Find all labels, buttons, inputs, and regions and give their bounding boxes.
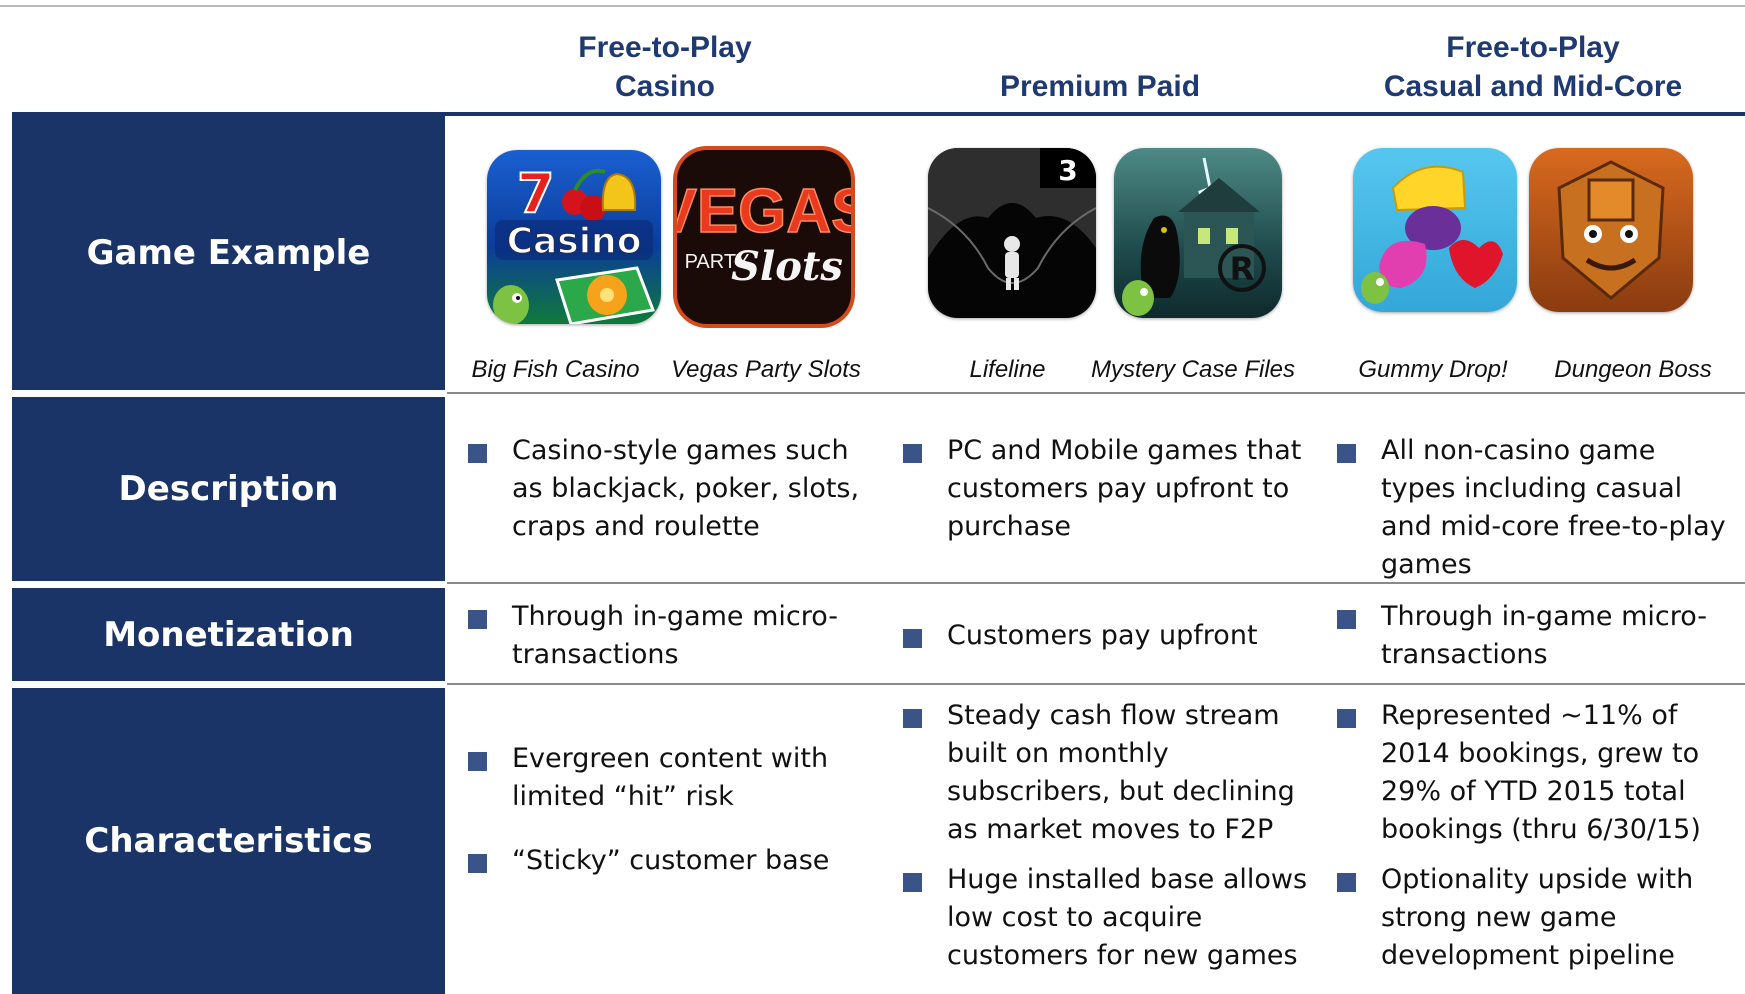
bullet-text: Huge installed base allows low cost to a… xyxy=(947,864,1308,971)
description-cell-casual: All non-casino game types including casu… xyxy=(1337,432,1737,584)
bullet-item: All non-casino game types including casu… xyxy=(1337,432,1737,584)
mystery-badge: R xyxy=(1230,250,1255,288)
slots-icon-text: Slots xyxy=(731,243,843,290)
svg-text:7: 7 xyxy=(517,162,555,225)
bullet-square-icon xyxy=(468,610,487,629)
bullet-square-icon xyxy=(903,709,922,728)
bullet-square-icon xyxy=(468,752,487,771)
monetization-cell-casino: Through in-game micro-transactions xyxy=(468,598,878,674)
bullet-item: Through in-game micro-transactions xyxy=(1337,598,1737,674)
gummy-candy-icon xyxy=(1353,148,1517,312)
bullet-text: “Sticky” customer base xyxy=(512,845,830,876)
bullet-text: Through in-game micro-transactions xyxy=(512,601,839,670)
bullet-item: Casino-style games such as blackjack, po… xyxy=(468,432,878,546)
astronaut-icon: 3 xyxy=(928,148,1096,318)
bullet-item: Customers pay upfront xyxy=(903,617,1313,655)
bullet-text: All non-casino game types including casu… xyxy=(1381,435,1726,580)
bullet-square-icon xyxy=(903,444,922,463)
row-divider xyxy=(447,683,1745,685)
row-label-characteristics: Characteristics xyxy=(12,688,445,994)
column-header-line: Casual and Mid-Core xyxy=(1383,70,1683,103)
column-header-line: Casino xyxy=(614,70,716,103)
casino-icon: 7 Casino xyxy=(487,150,661,324)
characteristics-cell-premium: Steady cash flow stream built on monthly… xyxy=(903,697,1313,975)
bullet-item: “Sticky” customer base xyxy=(468,842,878,880)
casino-icon-text: Casino xyxy=(507,221,642,262)
bullet-text: Through in-game micro-transactions xyxy=(1381,601,1708,670)
row-label-game-example: Game Example xyxy=(12,116,445,390)
column-header-line xyxy=(890,28,1310,67)
description-cell-premium: PC and Mobile games that customers pay u… xyxy=(903,432,1313,546)
game-caption: Dungeon Boss xyxy=(1554,356,1712,383)
column-header-line: Premium Paid xyxy=(999,70,1201,103)
monetization-cell-premium: Customers pay upfront xyxy=(903,617,1313,655)
bullet-square-icon xyxy=(1337,873,1356,892)
bullet-item: Evergreen content with limited “hit” ris… xyxy=(468,740,878,816)
row-label-monetization: Monetization xyxy=(12,588,445,681)
bullet-text: Customers pay upfront xyxy=(947,620,1258,651)
characteristics-cell-casino: Evergreen content with limited “hit” ris… xyxy=(468,740,878,880)
game-caption: Gummy Drop! xyxy=(1358,356,1508,383)
bullet-item: PC and Mobile games that customers pay u… xyxy=(903,432,1313,546)
bullet-text: Casino-style games such as blackjack, po… xyxy=(512,435,860,542)
characteristics-cell-casual: Represented ~11% of 2014 bookings, grew … xyxy=(1337,697,1737,975)
column-header-line: Free-to-Play xyxy=(578,31,752,64)
bullet-square-icon xyxy=(1337,709,1356,728)
row-divider xyxy=(447,392,1745,394)
description-cell-casino: Casino-style games such as blackjack, po… xyxy=(468,432,878,546)
bullet-item: Optionality upside with strong new game … xyxy=(1337,861,1737,975)
slots-icon: VEGAS PARTY Slots xyxy=(677,150,851,324)
bullet-item: Steady cash flow stream built on monthly… xyxy=(903,697,1313,849)
slots-icon-text: VEGAS xyxy=(677,177,851,246)
bullet-text: Steady cash flow stream built on monthly… xyxy=(947,700,1295,845)
game-caption: Lifeline xyxy=(969,356,1046,383)
bullet-text: Optionality upside with strong new game … xyxy=(1381,864,1694,971)
monetization-cell-casual: Through in-game micro-transactions xyxy=(1337,598,1737,674)
bullet-text: Evergreen content with limited “hit” ris… xyxy=(512,743,829,812)
lifeline-badge: 3 xyxy=(1058,154,1077,187)
bullet-square-icon xyxy=(903,629,922,648)
bullet-square-icon xyxy=(903,873,922,892)
column-header-casual: Free-to-Play Casual and Mid-Core xyxy=(1323,28,1743,106)
bullet-item: Through in-game micro-transactions xyxy=(468,598,878,674)
game-caption: Mystery Case Files xyxy=(1090,356,1296,383)
bullet-square-icon xyxy=(468,854,487,873)
column-header-premium: Premium Paid xyxy=(890,28,1310,106)
column-header-line: Free-to-Play xyxy=(1446,31,1620,64)
game-caption: Big Fish Casino xyxy=(471,356,640,383)
dungeon-warrior-icon xyxy=(1529,148,1693,312)
bullet-text: PC and Mobile games that customers pay u… xyxy=(947,435,1302,542)
bullet-square-icon xyxy=(1337,444,1356,463)
bullet-square-icon xyxy=(468,444,487,463)
column-header-casino: Free-to-Play Casino xyxy=(455,28,875,106)
bullet-item: Huge installed base allows low cost to a… xyxy=(903,861,1313,975)
bullet-item: Represented ~11% of 2014 bookings, grew … xyxy=(1337,697,1737,849)
row-label-description: Description xyxy=(12,397,445,581)
top-rule xyxy=(0,5,1745,7)
haunted-house-icon: R xyxy=(1114,148,1282,318)
bullet-square-icon xyxy=(1337,610,1356,629)
bullet-text: Represented ~11% of 2014 bookings, grew … xyxy=(1381,700,1701,845)
game-caption: Vegas Party Slots xyxy=(671,356,861,383)
